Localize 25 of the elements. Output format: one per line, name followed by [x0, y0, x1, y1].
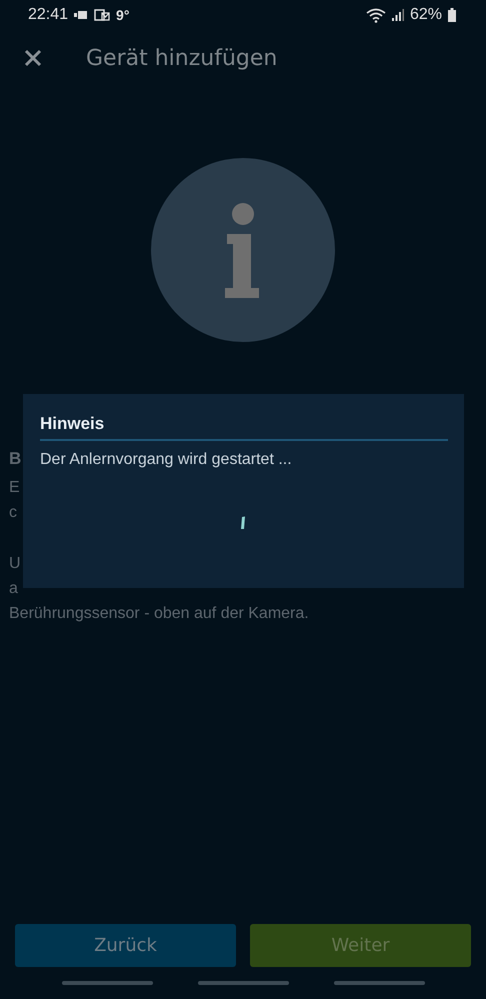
body-text: Berührungssensor - oben auf der Kamera.	[9, 605, 309, 622]
nav-bar[interactable]	[62, 981, 152, 985]
close-icon[interactable]	[24, 49, 42, 67]
battery-level: 62%	[410, 6, 442, 24]
temperature: 9°	[116, 7, 130, 23]
body-text: E	[9, 479, 20, 496]
clock: 22:41	[28, 6, 68, 24]
next-button[interactable]: Weiter	[250, 924, 471, 967]
signal-icon	[392, 9, 404, 21]
dialog-message: Der Anlernvorgang wird gestartet ...	[40, 451, 293, 469]
screen-title: Gerät hinzufügen	[86, 46, 278, 70]
info-icon	[151, 158, 335, 342]
back-button[interactable]: Zurück	[15, 924, 236, 967]
mail-icon	[94, 9, 110, 21]
body-text: c	[9, 504, 17, 521]
battery-icon	[448, 8, 456, 22]
dialog-title: Hinweis	[40, 414, 106, 434]
notification-icon	[74, 10, 88, 20]
wifi-icon	[366, 8, 386, 22]
nav-bar[interactable]	[334, 981, 424, 985]
body-text: a	[9, 580, 18, 597]
body-text: B	[9, 449, 22, 468]
body-text: U	[9, 555, 21, 572]
nav-bar[interactable]	[198, 981, 288, 985]
loading-spinner	[240, 516, 246, 530]
